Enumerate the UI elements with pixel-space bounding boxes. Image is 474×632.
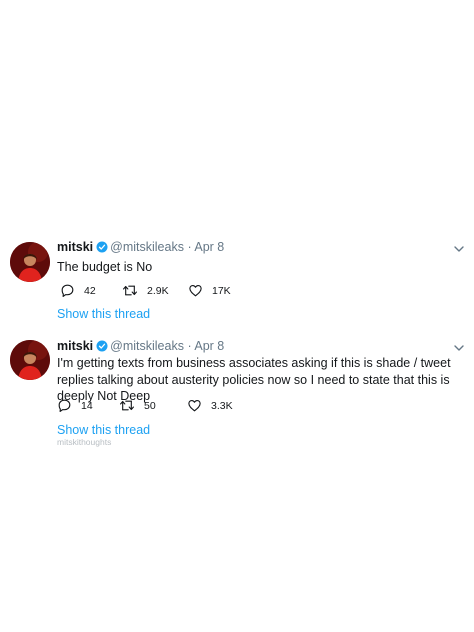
- retweet-count: 50: [144, 399, 156, 412]
- avatar[interactable]: [10, 340, 50, 380]
- tweet-header: mitski @mitskileaks · Apr 8: [57, 240, 224, 257]
- profile-photo: [10, 242, 50, 282]
- heart-icon: [189, 284, 202, 297]
- display-name[interactable]: mitski: [57, 339, 93, 353]
- show-thread-link[interactable]: Show this thread: [57, 307, 150, 321]
- like-count: 3.3K: [211, 399, 233, 412]
- retweet-icon: [122, 285, 138, 296]
- watermark: mitskithoughts: [57, 437, 112, 447]
- avatar[interactable]: [10, 242, 50, 282]
- reply-button[interactable]: 14: [57, 398, 93, 413]
- chevron-down-icon[interactable]: [453, 242, 465, 260]
- handle[interactable]: @mitskileaks: [110, 240, 184, 254]
- heart-icon: [188, 399, 201, 412]
- like-button[interactable]: 17K: [188, 283, 231, 298]
- like-count: 17K: [212, 284, 231, 297]
- verified-badge-icon: [96, 241, 108, 257]
- reply-button[interactable]: 42: [60, 283, 96, 298]
- retweet-icon: [119, 400, 135, 411]
- timestamp[interactable]: · Apr 8: [187, 339, 224, 353]
- reply-icon: [58, 399, 71, 412]
- tweet-text: The budget is No: [57, 260, 153, 274]
- retweet-count: 2.9K: [147, 284, 169, 297]
- reply-count: 42: [84, 284, 96, 297]
- like-button[interactable]: 3.3K: [187, 398, 233, 413]
- handle[interactable]: @mitskileaks: [110, 339, 184, 353]
- retweet-button[interactable]: 2.9K: [122, 283, 169, 298]
- profile-photo: [10, 340, 50, 380]
- display-name[interactable]: mitski: [57, 240, 93, 254]
- show-thread-link[interactable]: Show this thread: [57, 423, 150, 437]
- tweet-header: mitski @mitskileaks · Apr 8: [57, 339, 224, 356]
- reply-icon: [61, 284, 74, 297]
- verified-badge-icon: [96, 340, 108, 356]
- reply-count: 14: [81, 399, 93, 412]
- timestamp[interactable]: · Apr 8: [187, 240, 224, 254]
- retweet-button[interactable]: 50: [119, 398, 156, 413]
